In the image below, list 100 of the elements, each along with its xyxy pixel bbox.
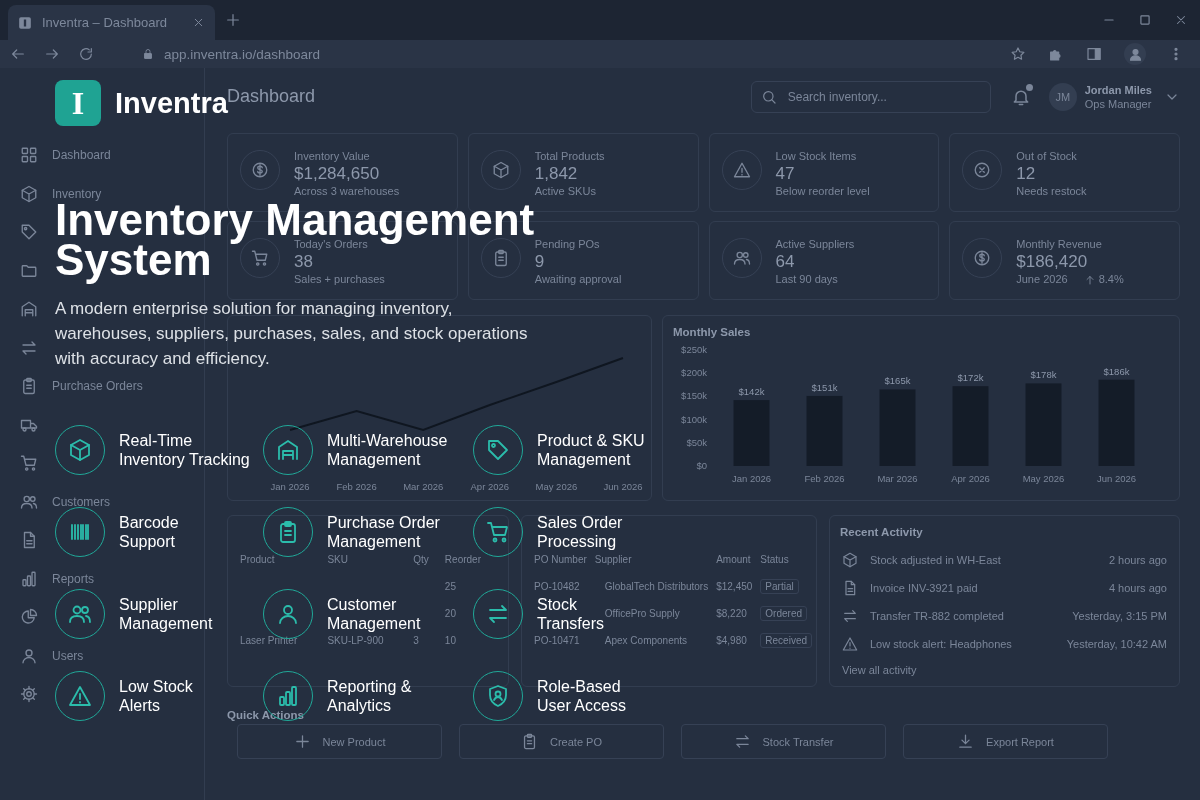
sidebar-item[interactable] xyxy=(20,454,38,473)
value-label: $178k xyxy=(1030,369,1057,381)
close-icon[interactable] xyxy=(1174,13,1188,27)
arrows-icon xyxy=(842,608,858,624)
grid-icon xyxy=(20,146,38,165)
table-cell: $8,220 xyxy=(716,608,747,619)
kpi-label: Out of Stock xyxy=(1016,150,1078,163)
search-field[interactable]: Search inventory... xyxy=(750,80,991,113)
sidebar-item[interactable]: Inventory xyxy=(20,184,102,203)
quick-action-button[interactable]: Create PO xyxy=(459,724,664,759)
lock-icon xyxy=(142,48,154,60)
kpi-note: Needs restock xyxy=(1016,185,1087,198)
table-cell: PO-10471 xyxy=(534,635,580,646)
chart-title: Monthly Sales xyxy=(672,325,752,338)
sidebar-item[interactable]: Dashboard xyxy=(20,146,111,165)
table-cell: OfficePro Supply xyxy=(604,608,680,619)
axis-label: Apr 2026 xyxy=(951,473,990,484)
sidebar-item[interactable] xyxy=(20,223,38,242)
forward-icon[interactable] xyxy=(44,46,60,62)
axis-label: Mar 2026 xyxy=(877,473,918,484)
close-icon[interactable] xyxy=(192,16,205,29)
value-label: $151k xyxy=(811,381,838,393)
axis-label: $50k xyxy=(686,436,707,448)
kpi-value: $1,284,650 xyxy=(294,163,381,185)
search-icon xyxy=(760,88,777,105)
column-header: SKU xyxy=(326,553,349,567)
table-cell: 25 xyxy=(444,581,456,592)
kpi-value: 64 xyxy=(775,251,796,273)
cube-icon xyxy=(491,161,510,179)
table-cell: PO-10482 xyxy=(534,581,580,592)
table-cell: 20 xyxy=(444,608,456,619)
kpi-value: $186,420 xyxy=(1016,251,1089,273)
warning-icon xyxy=(842,636,858,652)
feature-label: Product & SKU Management xyxy=(537,431,645,469)
axis-label: $250k xyxy=(681,344,707,355)
table-cell: GlobalTech Distributors xyxy=(604,581,709,592)
maximize-icon[interactable] xyxy=(1138,13,1152,27)
sidebar-item[interactable]: Users xyxy=(20,646,84,665)
activity-time: Yesterday, 3:15 PM xyxy=(1072,610,1167,622)
star-icon[interactable] xyxy=(1010,46,1026,62)
axis-label: $100k xyxy=(681,413,707,425)
favicon-icon xyxy=(18,15,32,30)
kpi-note: Sales + purchases xyxy=(294,273,385,286)
kpi-note: Awaiting approval xyxy=(534,273,622,286)
cart-icon xyxy=(486,520,510,544)
reload-icon[interactable] xyxy=(78,46,94,62)
quick-action-button[interactable]: New Product xyxy=(237,724,442,759)
browser-tab[interactable]: Inventra – Dashboard xyxy=(8,5,215,40)
pie-chart-icon xyxy=(20,608,38,627)
sidebar-item[interactable]: Customers xyxy=(20,492,110,511)
table-cell: 10 xyxy=(444,635,456,646)
document-icon xyxy=(842,580,858,596)
sidebar-item[interactable] xyxy=(20,608,38,627)
column-header: Reorder xyxy=(443,553,482,567)
feature-label: Multi-Warehouse Management xyxy=(327,431,448,469)
sidebar-item[interactable]: Purchase Orders xyxy=(20,377,143,396)
profile-icon[interactable] xyxy=(1127,46,1143,62)
kpi-value: 47 xyxy=(775,163,796,185)
activity-text: Low stock alert: Headphones xyxy=(870,638,1012,650)
status-badge: Ordered xyxy=(760,606,807,621)
dollar-icon xyxy=(251,161,269,179)
avatar[interactable]: JM xyxy=(1048,82,1077,111)
kpi-value: 38 xyxy=(294,251,314,273)
column-header: Qty xyxy=(412,553,430,567)
table-cell: SKU-LP-900 xyxy=(327,635,384,646)
view-all-link[interactable]: View all activity xyxy=(842,664,917,676)
arrows-icon xyxy=(486,602,510,626)
side-panel-icon[interactable] xyxy=(1086,46,1102,62)
plus-icon xyxy=(293,733,311,750)
axis-label: Jun 2026 xyxy=(1096,473,1137,484)
activity-time: 4 hours ago xyxy=(1108,582,1167,594)
activity-text: Transfer TR-882 completed xyxy=(870,610,1004,622)
kpi-value: 9 xyxy=(534,251,546,273)
clipboard-icon xyxy=(20,377,38,396)
feature-label: Low Stock Alerts xyxy=(119,677,193,715)
sidebar-item[interactable] xyxy=(20,685,38,704)
download-icon xyxy=(957,733,975,750)
sidebar-item[interactable] xyxy=(20,300,38,319)
user-role: Ops Manager xyxy=(1084,96,1152,111)
axis-label: $150k xyxy=(681,390,707,402)
feature-label: Stock Transfers xyxy=(537,595,604,633)
axis-label: Jan 2026 xyxy=(270,481,310,492)
axis-label: Apr 2026 xyxy=(470,481,510,492)
quick-action-button[interactable]: Stock Transfer xyxy=(681,724,886,759)
bar-chart-icon xyxy=(20,569,38,588)
sidebar-item[interactable]: Reports xyxy=(20,569,95,588)
feature-label: Sales Order Processing xyxy=(537,513,623,551)
user-icon xyxy=(276,602,300,626)
axis-label: $200k xyxy=(681,367,707,379)
quick-action-button[interactable]: Export Report xyxy=(903,724,1108,759)
back-icon[interactable] xyxy=(10,46,26,62)
kpi-label: Inventory Value xyxy=(294,150,371,163)
user-name: Jordan Miles xyxy=(1084,82,1152,97)
kpi-label: Total Products xyxy=(534,150,605,163)
warehouse-icon xyxy=(20,300,38,319)
bar xyxy=(733,400,770,466)
column-header: Status xyxy=(759,553,790,567)
kpi-note: Below reorder level xyxy=(775,185,870,198)
axis-label: Feb 2026 xyxy=(336,481,377,492)
new-tab-icon[interactable] xyxy=(225,12,241,28)
